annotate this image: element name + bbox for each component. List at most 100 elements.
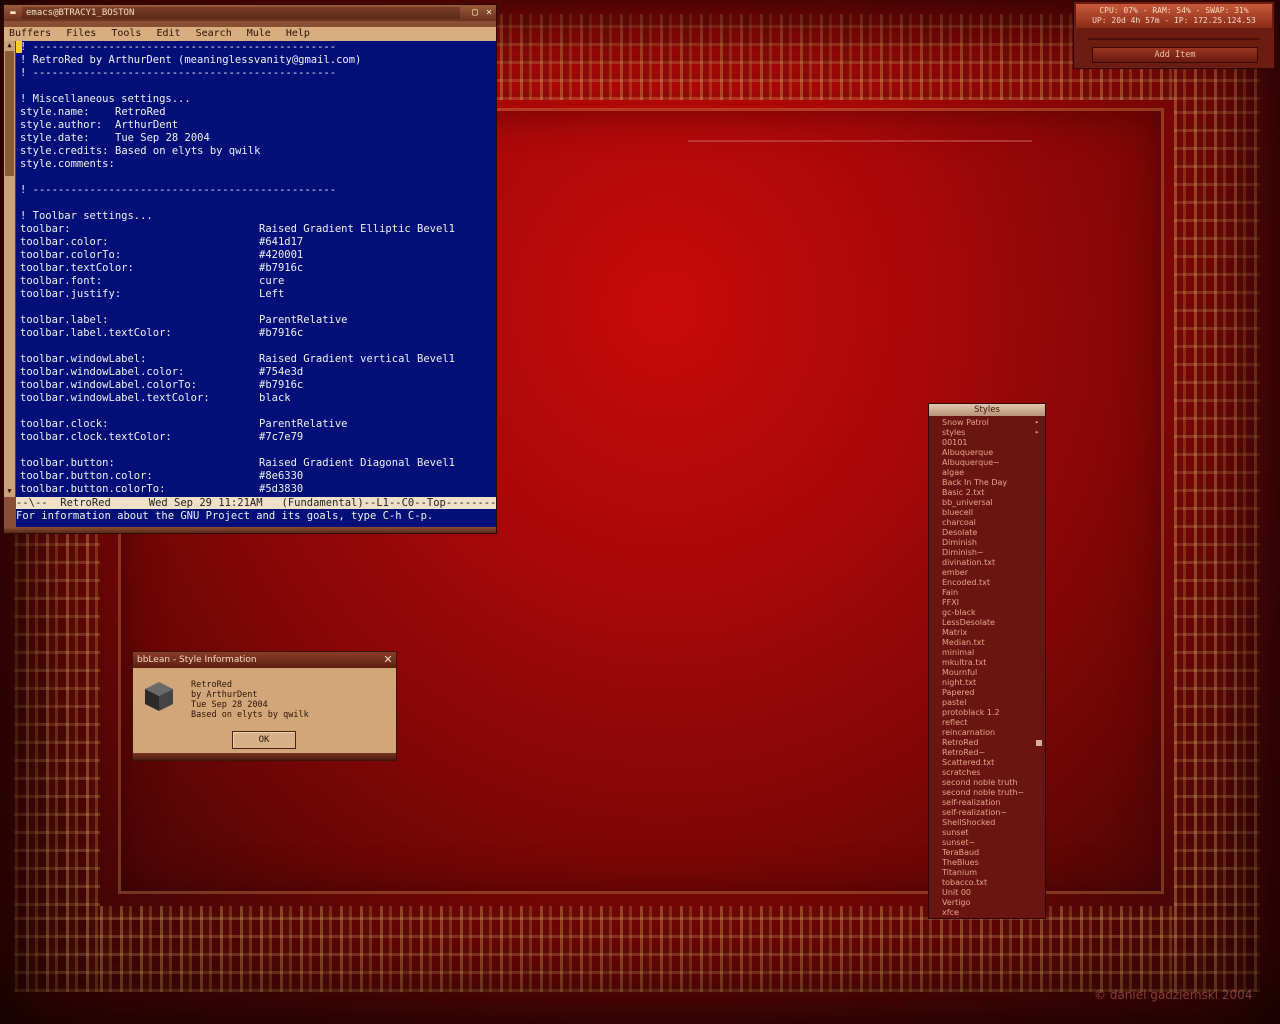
styles-menu-item[interactable]: Albuquerque~ — [942, 458, 1042, 468]
styles-menu-item[interactable]: Vertigo — [942, 898, 1042, 908]
styles-menu-item[interactable]: protoblack 1.2 — [942, 708, 1042, 718]
styles-menu-item[interactable]: Diminish~ — [942, 548, 1042, 558]
menu-files[interactable]: Files — [66, 28, 96, 39]
styles-menu-item[interactable]: bb_universal — [942, 498, 1042, 508]
styles-menu-item[interactable]: Fain — [942, 588, 1042, 598]
uptime-ip-stats: UP: 20d 4h 57m - IP: 172.25.124.53 — [1092, 16, 1256, 25]
menu-edit[interactable]: Edit — [156, 28, 180, 39]
buffer-line-value: #5d3830 — [259, 483, 304, 495]
styles-menu-item[interactable]: Titanium — [942, 868, 1042, 878]
styles-menu-item[interactable]: Basic 2.txt — [942, 488, 1042, 498]
styles-menu-item[interactable]: Diminish — [942, 538, 1042, 548]
emacs-scrollbar[interactable]: ▲ ▼ — [4, 41, 16, 497]
styles-menu-item[interactable]: minimal — [942, 648, 1042, 658]
styles-menu-item[interactable]: self-realization~ — [942, 808, 1042, 818]
style-date: Tue Sep 28 2004 — [191, 700, 268, 710]
styles-menu-item[interactable]: FFXI — [942, 598, 1042, 608]
styles-menu-item[interactable]: second noble truth — [942, 778, 1042, 788]
styles-menu-item[interactable]: RetroRed — [942, 738, 1042, 748]
styles-menu-item[interactable]: Back In The Day — [942, 478, 1042, 488]
buffer-line: ! Toolbar settings... — [20, 210, 153, 223]
styles-menu-item[interactable]: Desolate — [942, 528, 1042, 538]
styles-menu-item[interactable]: second noble truth~ — [942, 788, 1042, 798]
dialog-titlebar[interactable]: bbLean - Style Information ✕ — [133, 652, 396, 668]
emacs-window-title: emacs@BTRACY1_BOSTON — [22, 7, 460, 19]
styles-menu-item[interactable]: reincarnation — [942, 728, 1042, 738]
styles-menu-item[interactable]: ember — [942, 568, 1042, 578]
styles-menu-item[interactable]: Snow Patrol — [942, 418, 1042, 428]
styles-menu-item[interactable]: pastel — [942, 698, 1042, 708]
menu-buffers[interactable]: Buffers — [9, 28, 51, 39]
buffer-line: toolbar.button: Raised Gradient Diagonal … — [20, 457, 455, 470]
styles-menu-item[interactable]: TheBlues — [942, 858, 1042, 868]
styles-menu-item[interactable]: RetroRed~ — [942, 748, 1042, 758]
scroll-up-arrow-icon[interactable]: ▲ — [5, 41, 14, 50]
buffer-line-value: cure — [259, 275, 285, 287]
styles-menu-item[interactable]: LessDesolate — [942, 618, 1042, 628]
buffer-line-value: Tue Sep 28 2004 — [115, 132, 210, 144]
styles-menu-item[interactable]: Unit 00 — [942, 888, 1042, 898]
styles-menu-item[interactable]: Papered — [942, 688, 1042, 698]
styles-menu-item[interactable]: styles — [942, 428, 1042, 438]
styles-menu-item[interactable]: 00101 — [942, 438, 1042, 448]
emacs-minibuffer[interactable]: For information about the GNU Project an… — [16, 509, 496, 527]
styles-menu-item[interactable]: xfce — [942, 908, 1042, 918]
buffer-line: toolbar: Raised Gradient Elliptic Bevel1 — [20, 223, 455, 236]
styles-menu-item[interactable]: Mournful — [942, 668, 1042, 678]
styles-menu-item[interactable]: Encoded.txt — [942, 578, 1042, 588]
buffer-line-value: #b7916c — [259, 262, 304, 274]
style-author: by ArthurDent — [191, 690, 258, 700]
buffer-line-key: toolbar.textColor: — [20, 262, 134, 274]
buffer-line: toolbar.button.colorTo: #5d3830 — [20, 483, 303, 496]
styles-menu-item[interactable]: charcoal — [942, 518, 1042, 528]
scrollbar-thumb[interactable] — [5, 51, 14, 176]
styles-menu-item[interactable]: Matrix — [942, 628, 1042, 638]
styles-menu-item[interactable]: self-realization — [942, 798, 1042, 808]
styles-menu-title[interactable]: Styles — [929, 404, 1045, 416]
menu-search[interactable]: Search — [196, 28, 232, 39]
styles-menu-item[interactable]: scratches — [942, 768, 1042, 778]
system-stats-readout: CPU: 07% - RAM: 54% - SWAP: 31% UP: 20d … — [1076, 4, 1272, 28]
styles-menu-item[interactable]: sunset~ — [942, 838, 1042, 848]
buffer-line-key: toolbar.font: — [20, 275, 103, 287]
menu-tools[interactable]: Tools — [111, 28, 141, 39]
buffer-line: toolbar.color: #641d17 — [20, 236, 303, 249]
buffer-line-value: #641d17 — [259, 236, 304, 248]
maximize-icon[interactable]: ▢ — [470, 8, 480, 18]
buffer-line: toolbar.justify: Left — [20, 288, 284, 301]
buffer-line: ! Miscellaneous settings... — [20, 93, 191, 106]
styles-menu-item[interactable]: ShellShocked — [942, 818, 1042, 828]
styles-menu-item[interactable]: Median.txt — [942, 638, 1042, 648]
styles-menu-item[interactable]: Albuquerque — [942, 448, 1042, 458]
styles-menu-item[interactable]: Scattered.txt — [942, 758, 1042, 768]
scroll-down-arrow-icon[interactable]: ▼ — [5, 487, 14, 496]
menu-mule[interactable]: Mule — [247, 28, 271, 39]
styles-menu-item[interactable]: sunset — [942, 828, 1042, 838]
buffer-line: toolbar.button.color: #8e6330 — [20, 470, 303, 483]
styles-menu-item[interactable]: TeraBaud — [942, 848, 1042, 858]
close-icon[interactable]: ✕ — [484, 8, 494, 18]
styles-menu-item[interactable]: algae — [942, 468, 1042, 478]
styles-menu-item[interactable]: gc-black — [942, 608, 1042, 618]
buffer-line: toolbar.textColor: #b7916c — [20, 262, 303, 275]
buffer-line-key: ! --------------------------------------… — [20, 67, 337, 79]
emacs-text-buffer[interactable]: ! --------------------------------------… — [16, 41, 496, 497]
style-information-dialog[interactable]: bbLean - Style Information ✕ RetroRed by… — [133, 652, 396, 760]
emacs-window[interactable]: ▬ emacs@BTRACY1_BOSTON ▢ ✕ Buffers Files… — [4, 5, 496, 533]
emacs-titlebar[interactable]: ▬ emacs@BTRACY1_BOSTON ▢ ✕ — [4, 5, 496, 21]
ok-button[interactable]: OK — [232, 731, 296, 749]
buffer-line-value: #b7916c — [259, 379, 304, 391]
add-item-button[interactable]: Add Item — [1092, 47, 1258, 63]
panel-divider — [1088, 38, 1260, 40]
selected-marker-icon — [1036, 740, 1042, 746]
menu-help[interactable]: Help — [286, 28, 310, 39]
styles-menu-item[interactable]: bluecell — [942, 508, 1042, 518]
emacs-window-bottom-frame[interactable] — [4, 527, 496, 533]
close-icon[interactable]: ✕ — [382, 652, 394, 668]
window-menu-icon[interactable]: ▬ — [7, 5, 19, 21]
styles-menu-item[interactable]: mkultra.txt — [942, 658, 1042, 668]
styles-menu-item[interactable]: reflect — [942, 718, 1042, 728]
styles-menu-item[interactable]: night.txt — [942, 678, 1042, 688]
styles-menu-item[interactable]: tobacco.txt — [942, 878, 1042, 888]
styles-menu-item[interactable]: divination.txt — [942, 558, 1042, 568]
